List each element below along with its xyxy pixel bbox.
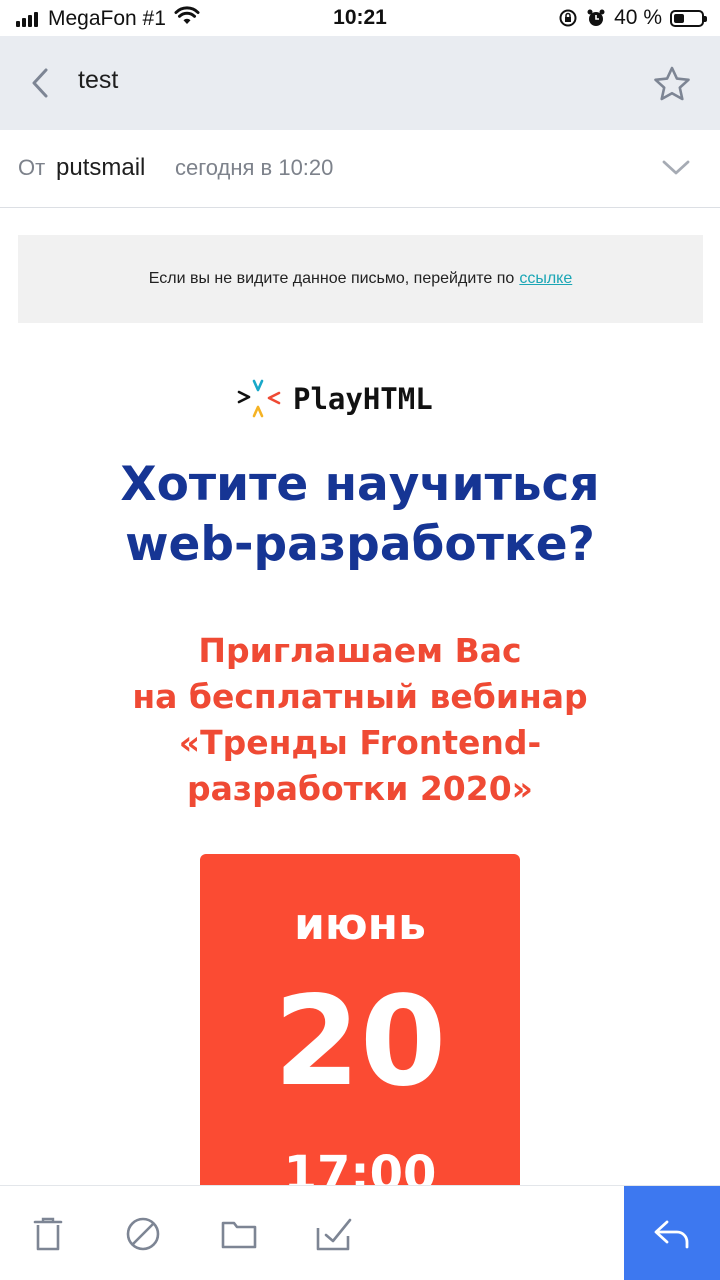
invite-line: Приглашаем Вас [198, 631, 522, 670]
back-button[interactable] [24, 64, 56, 102]
reply-icon [654, 1220, 689, 1248]
received-date: сегодня в 10:20 [175, 155, 334, 180]
email-headline: Хотите научиться web-разработке? [0, 455, 720, 575]
delete-button[interactable] [28, 1214, 68, 1254]
battery-icon [670, 9, 707, 27]
headline-line: Хотите научиться [120, 457, 600, 512]
status-bar: MegaFon #1 10:21 40 % [0, 0, 720, 36]
invite-line: на бесплатный вебинар [132, 677, 588, 716]
reply-button[interactable] [624, 1186, 720, 1280]
favorite-button[interactable] [652, 64, 692, 104]
invite-line: «Тренды Frontend- [178, 723, 542, 762]
rotation-lock-icon [558, 8, 578, 28]
chevron-down-icon [662, 160, 690, 175]
logo-text: PlayHTML [293, 382, 433, 416]
mark-read-icon [316, 1218, 352, 1251]
view-in-browser-notice: Если вы не видите данное письмо, перейди… [18, 235, 703, 323]
alarm-icon [586, 8, 606, 28]
invite-line: разработки 2020» [187, 769, 533, 808]
from-label: От [18, 155, 46, 180]
spam-button[interactable] [123, 1214, 163, 1254]
folder-icon [221, 1221, 257, 1249]
chevron-left-icon [32, 68, 48, 98]
message-toolbar [0, 1185, 720, 1280]
headline-line: web-разработке? [125, 517, 595, 572]
sender-name: putsmail [56, 154, 146, 181]
webinar-time: 17:00 [283, 1146, 437, 1190]
move-to-folder-button[interactable] [219, 1214, 259, 1254]
logo-mark-icon [237, 379, 281, 418]
webinar-day: 20 [273, 970, 447, 1114]
webinar-invitation: Приглашаем Вас на бесплатный вебинар «Тр… [0, 628, 720, 812]
spam-icon [126, 1217, 160, 1251]
view-in-browser-link[interactable]: ссылке [519, 270, 572, 288]
playhtml-logo: PlayHTML [237, 378, 433, 420]
mark-read-button[interactable] [314, 1214, 354, 1254]
expand-details-button[interactable] [660, 152, 692, 184]
message-subject: test [78, 66, 119, 94]
trash-icon [33, 1217, 63, 1251]
notice-text: Если вы не видите данное письмо, перейди… [148, 270, 515, 287]
webinar-date-card: июнь 20 17:00 [200, 854, 520, 1190]
webinar-month: июнь [294, 899, 426, 950]
message-header: test [0, 36, 720, 130]
star-icon [654, 66, 690, 101]
battery-percent: 40 % [614, 6, 662, 29]
sender-row[interactable]: От putsmail сегодня в 10:20 [0, 130, 720, 208]
